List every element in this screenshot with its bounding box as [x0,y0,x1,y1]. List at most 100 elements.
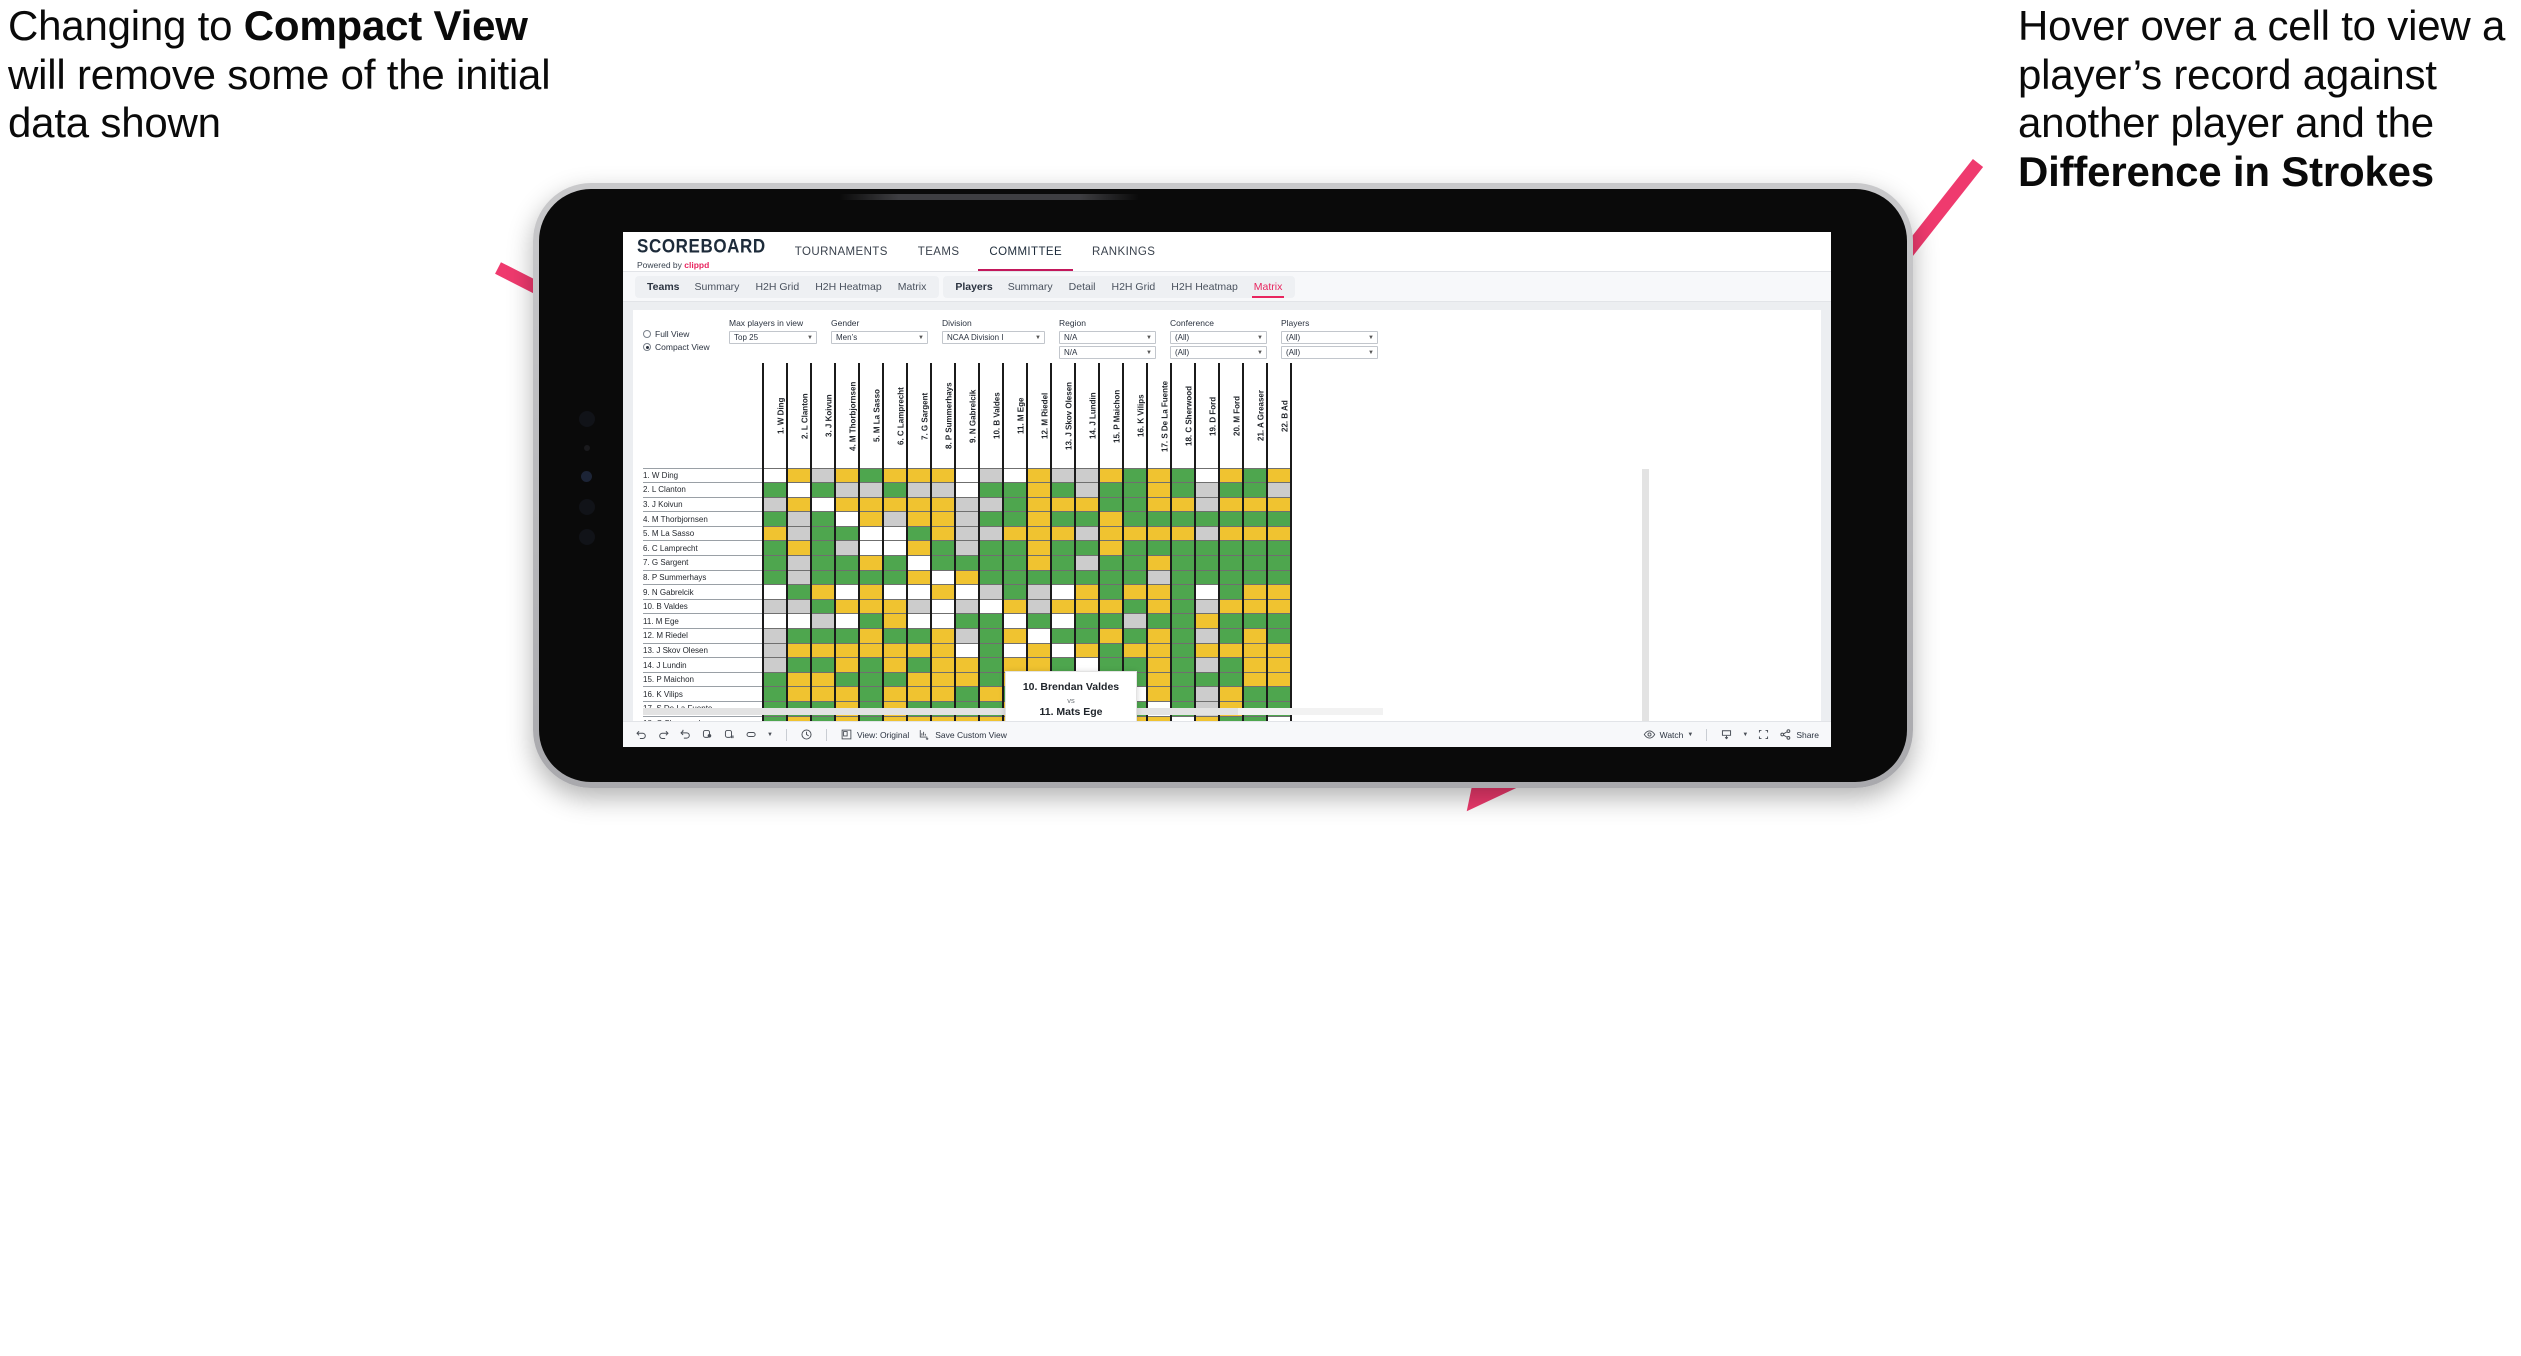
matrix-cell[interactable] [1218,525,1244,542]
matrix-cell[interactable] [1170,569,1196,586]
matrix-cell[interactable] [810,686,836,702]
chevron-down-icon[interactable]: ▼ [1146,350,1152,356]
matrix-cell[interactable] [1074,511,1100,527]
matrix-cell[interactable] [1242,715,1268,721]
matrix-cell[interactable] [954,482,980,498]
matrix-cell[interactable] [834,598,860,615]
matrix-cell[interactable] [810,598,836,615]
matrix-cell[interactable] [810,525,836,542]
matrix-cell[interactable] [1218,569,1244,586]
matrix-cell[interactable] [1050,511,1076,527]
matrix-cell[interactable] [1146,715,1172,721]
matrix-cell[interactable] [786,555,812,571]
tab-players-matrix[interactable]: Matrix [1247,279,1290,298]
matrix-cell[interactable] [858,657,884,673]
matrix-cell[interactable] [1266,555,1292,571]
matrix-cell[interactable] [1266,525,1292,542]
matrix-cell[interactable] [834,511,860,527]
matrix-cell[interactable] [1242,613,1268,630]
matrix-cell[interactable] [978,496,1004,513]
matrix-cell[interactable] [954,555,980,571]
matrix-column-header[interactable]: 5. M La Sasso [858,363,884,468]
matrix-column-header[interactable]: 2. L Clanton [786,363,812,468]
matrix-cell[interactable] [858,482,884,498]
filter-conference-select-2[interactable]: (All) ▼ [1170,346,1267,359]
matrix-cell[interactable] [882,686,908,702]
matrix-cell[interactable] [906,671,932,688]
matrix-column-header[interactable]: 4. M Thorbjornsen [834,363,860,468]
matrix-cell[interactable] [1194,628,1220,644]
matrix-column-header[interactable]: 10. B Valdes [978,363,1004,468]
matrix-cell[interactable] [906,511,932,527]
matrix-cell[interactable] [1026,540,1052,557]
filter-conference-select[interactable]: (All) ▼ [1170,331,1267,344]
matrix-cell[interactable] [786,642,812,659]
matrix-cell[interactable] [1050,467,1076,484]
matrix-cell[interactable] [1266,467,1292,484]
matrix-cell[interactable] [834,540,860,557]
matrix-cell[interactable] [882,671,908,688]
matrix-cell[interactable] [978,555,1004,571]
matrix-cell[interactable] [978,686,1004,702]
pan-dropdown-caret-icon[interactable]: ▼ [767,732,773,738]
matrix-cell[interactable] [1218,555,1244,571]
matrix-cell[interactable] [930,628,956,644]
matrix-cell[interactable] [978,628,1004,644]
matrix-cell[interactable] [1266,613,1292,630]
matrix-column-header[interactable]: 14. J Lundin [1074,363,1100,468]
matrix-cell[interactable] [1026,511,1052,527]
matrix-cell[interactable] [1242,686,1268,702]
matrix-cell[interactable] [762,540,788,557]
matrix-cell[interactable] [1122,642,1148,659]
matrix-cell[interactable] [834,496,860,513]
matrix-cell[interactable] [1170,496,1196,513]
matrix-cell[interactable] [954,715,980,721]
watch-button[interactable]: Watch ▼ [1643,728,1693,741]
matrix-cell[interactable] [1074,613,1100,630]
matrix-cell[interactable] [954,496,980,513]
matrix-cell[interactable] [858,613,884,630]
matrix-cell[interactable] [882,569,908,586]
matrix-cell[interactable] [1026,467,1052,484]
chevron-down-icon[interactable]: ▼ [1368,335,1374,341]
matrix-cell[interactable] [858,467,884,484]
matrix-cell[interactable] [1170,467,1196,484]
matrix-cell[interactable] [1002,642,1028,659]
matrix-cell[interactable] [1266,686,1292,702]
matrix-cell[interactable] [834,467,860,484]
matrix-cell[interactable] [1218,511,1244,527]
matrix-cell[interactable] [906,555,932,571]
matrix-cell[interactable] [1170,657,1196,673]
matrix-cell[interactable] [1266,482,1292,498]
matrix-cell[interactable] [930,482,956,498]
matrix-row-header[interactable]: 6. C Lamprecht [643,540,763,556]
download-icon[interactable] [1720,728,1733,741]
matrix-cell[interactable] [1074,569,1100,586]
matrix-cell[interactable] [906,598,932,615]
matrix-cell[interactable] [762,686,788,702]
matrix-cell[interactable] [1146,642,1172,659]
matrix-cell[interactable] [1002,598,1028,615]
matrix-column-header[interactable]: 15. P Maichon [1098,363,1124,468]
matrix-cell[interactable] [1242,584,1268,600]
matrix-row-header[interactable]: 13. J Skov Olesen [643,642,763,658]
matrix-cell[interactable] [1074,540,1100,557]
matrix-cell[interactable] [1170,671,1196,688]
matrix-cell[interactable] [1146,598,1172,615]
radio-compact-view[interactable]: Compact View [643,342,715,352]
matrix-cell[interactable] [786,613,812,630]
tab-players-h2h-heatmap[interactable]: H2H Heatmap [1164,279,1245,295]
watch-dropdown-caret-icon[interactable]: ▼ [1687,732,1693,738]
matrix-column-header[interactable]: 6. C Lamprecht [882,363,908,468]
matrix-cell[interactable] [1266,569,1292,586]
matrix-cell[interactable] [858,569,884,586]
matrix-cell[interactable] [786,569,812,586]
matrix-cell[interactable] [930,584,956,600]
matrix-cell[interactable] [1194,657,1220,673]
matrix-cell[interactable] [1050,496,1076,513]
matrix-cell[interactable] [954,671,980,688]
matrix-cell[interactable] [1218,598,1244,615]
matrix-cell[interactable] [1074,555,1100,571]
matrix-cell[interactable] [1002,525,1028,542]
matrix-cell[interactable] [954,686,980,702]
